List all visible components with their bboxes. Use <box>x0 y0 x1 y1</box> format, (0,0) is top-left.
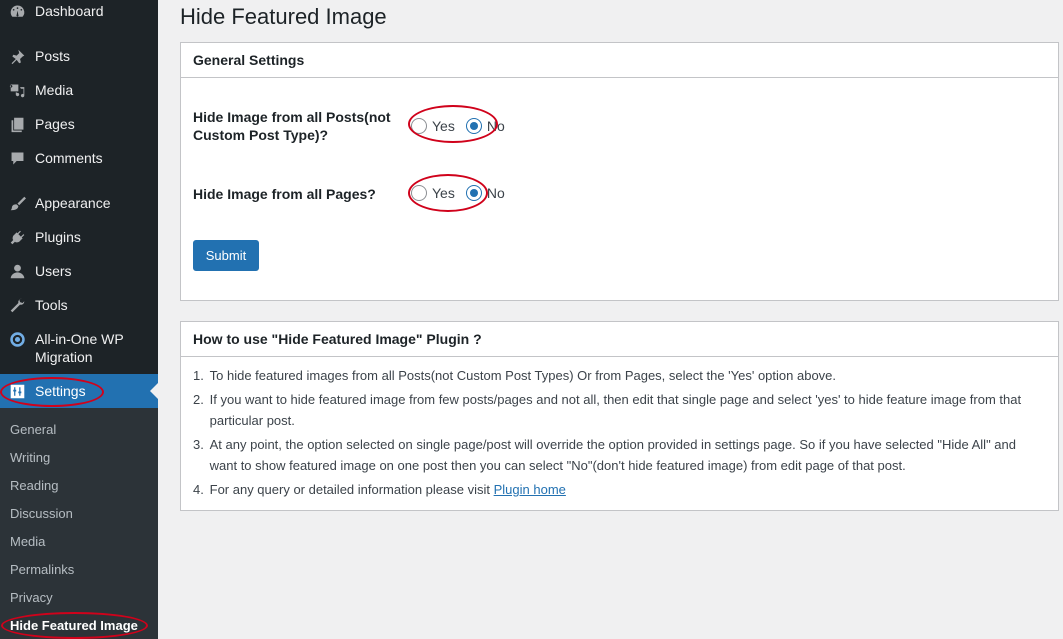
pin-icon <box>7 47 27 65</box>
settings-submenu: General Writing Reading Discussion Media… <box>0 408 158 639</box>
hide-pages-no-label[interactable]: No <box>487 185 505 201</box>
howto-item-text: At any point, the option selected on sin… <box>209 437 1016 473</box>
sidebar-item-label: All-in-One WP Migration <box>35 331 124 365</box>
sidebar-item-comments[interactable]: Comments <box>0 149 158 167</box>
comment-icon <box>7 149 27 167</box>
hide-posts-no-radio[interactable] <box>465 118 482 134</box>
sidebar-item-label: Dashboard <box>35 3 104 19</box>
sidebar-item-users[interactable]: Users <box>0 262 158 280</box>
page-title: Hide Featured Image <box>180 4 387 29</box>
general-settings-heading: General Settings <box>181 43 1058 78</box>
active-indicator-arrow <box>150 383 158 399</box>
sidebar-item-tools[interactable]: Tools <box>0 296 158 314</box>
dashboard-icon <box>7 2 27 20</box>
hide-pages-no-radio[interactable] <box>465 185 482 201</box>
admin-sidebar: Dashboard Posts Media Pages Comments App… <box>0 0 158 639</box>
howto-item-number: 2. <box>193 392 204 407</box>
sidebar-item-label: Pages <box>35 116 75 132</box>
sidebar-item-migration[interactable]: All-in-One WP Migration <box>0 330 158 366</box>
hide-posts-label: Hide Image from all Posts(not Custom Pos… <box>193 109 391 143</box>
howto-heading: How to use "Hide Featured Image" Plugin … <box>181 322 1058 357</box>
sidebar-item-label: Comments <box>35 150 103 166</box>
media-icon <box>7 81 27 99</box>
submenu-item-reading[interactable]: Reading <box>10 478 58 494</box>
submenu-item-discussion[interactable]: Discussion <box>10 506 73 522</box>
sidebar-item-label: Settings <box>35 383 86 399</box>
sidebar-item-label: Media <box>35 82 74 98</box>
submenu-item-privacy[interactable]: Privacy <box>10 590 53 606</box>
sidebar-item-settings[interactable]: Settings <box>0 374 158 408</box>
sidebar-item-posts[interactable]: Posts <box>0 47 158 65</box>
sidebar-item-dashboard[interactable]: Dashboard <box>0 2 158 20</box>
howto-item-number: 3. <box>193 437 204 452</box>
sidebar-item-pages[interactable]: Pages <box>0 115 158 133</box>
hide-pages-yes-radio[interactable] <box>411 185 427 201</box>
howto-item: 3. At any point, the option selected on … <box>193 434 1046 476</box>
paintbrush-icon <box>7 194 27 212</box>
hide-posts-radio-group: Yes No <box>411 118 516 134</box>
hide-pages-radio-group: Yes No <box>411 185 516 201</box>
hide-pages-label: Hide Image from all Pages? <box>193 186 376 202</box>
sidebar-item-appearance[interactable]: Appearance <box>0 194 158 212</box>
user-icon <box>7 262 27 280</box>
submenu-item-permalinks[interactable]: Permalinks <box>10 562 74 578</box>
sidebar-item-label: Tools <box>35 297 68 313</box>
sidebar-item-label: Users <box>35 263 72 279</box>
howto-item: 2. If you want to hide featured image fr… <box>193 389 1046 431</box>
howto-item: 4. For any query or detailed information… <box>193 479 1046 500</box>
howto-item-text: To hide featured images from all Posts(n… <box>209 368 837 383</box>
howto-item-number: 1. <box>193 368 204 383</box>
hide-posts-yes-radio[interactable] <box>411 118 427 134</box>
submenu-item-writing[interactable]: Writing <box>10 450 50 466</box>
submenu-item-media[interactable]: Media <box>10 534 45 550</box>
howto-item: 1. To hide featured images from all Post… <box>193 365 1046 386</box>
plug-icon <box>7 228 27 246</box>
hide-posts-no-label[interactable]: No <box>487 118 505 134</box>
howto-item-number: 4. <box>193 482 204 497</box>
submenu-item-general[interactable]: General <box>10 422 56 438</box>
submit-button[interactable]: Submit <box>193 240 259 271</box>
howto-item-text: If you want to hide featured image from … <box>209 392 1022 428</box>
howto-list: 1. To hide featured images from all Post… <box>181 357 1058 500</box>
howto-item-text: For any query or detailed information pl… <box>209 482 566 497</box>
hide-posts-yes-label[interactable]: Yes <box>432 118 455 134</box>
wrench-icon <box>7 296 27 314</box>
hide-pages-yes-label[interactable]: Yes <box>432 185 455 201</box>
howto-panel: How to use "Hide Featured Image" Plugin … <box>180 321 1059 511</box>
sidebar-item-label: Appearance <box>35 195 111 211</box>
sidebar-item-label: Plugins <box>35 229 81 245</box>
settings-sliders-icon <box>7 382 27 400</box>
submenu-item-hide-featured-image[interactable]: Hide Featured Image <box>10 618 138 634</box>
sidebar-item-plugins[interactable]: Plugins <box>0 228 158 246</box>
general-settings-panel: General Settings Hide Image from all Pos… <box>180 42 1059 301</box>
sidebar-item-label: Posts <box>35 48 71 64</box>
pages-icon <box>7 115 27 133</box>
plugin-home-link[interactable]: Plugin home <box>494 482 566 497</box>
migration-icon <box>7 330 27 348</box>
sidebar-item-media[interactable]: Media <box>0 81 158 99</box>
